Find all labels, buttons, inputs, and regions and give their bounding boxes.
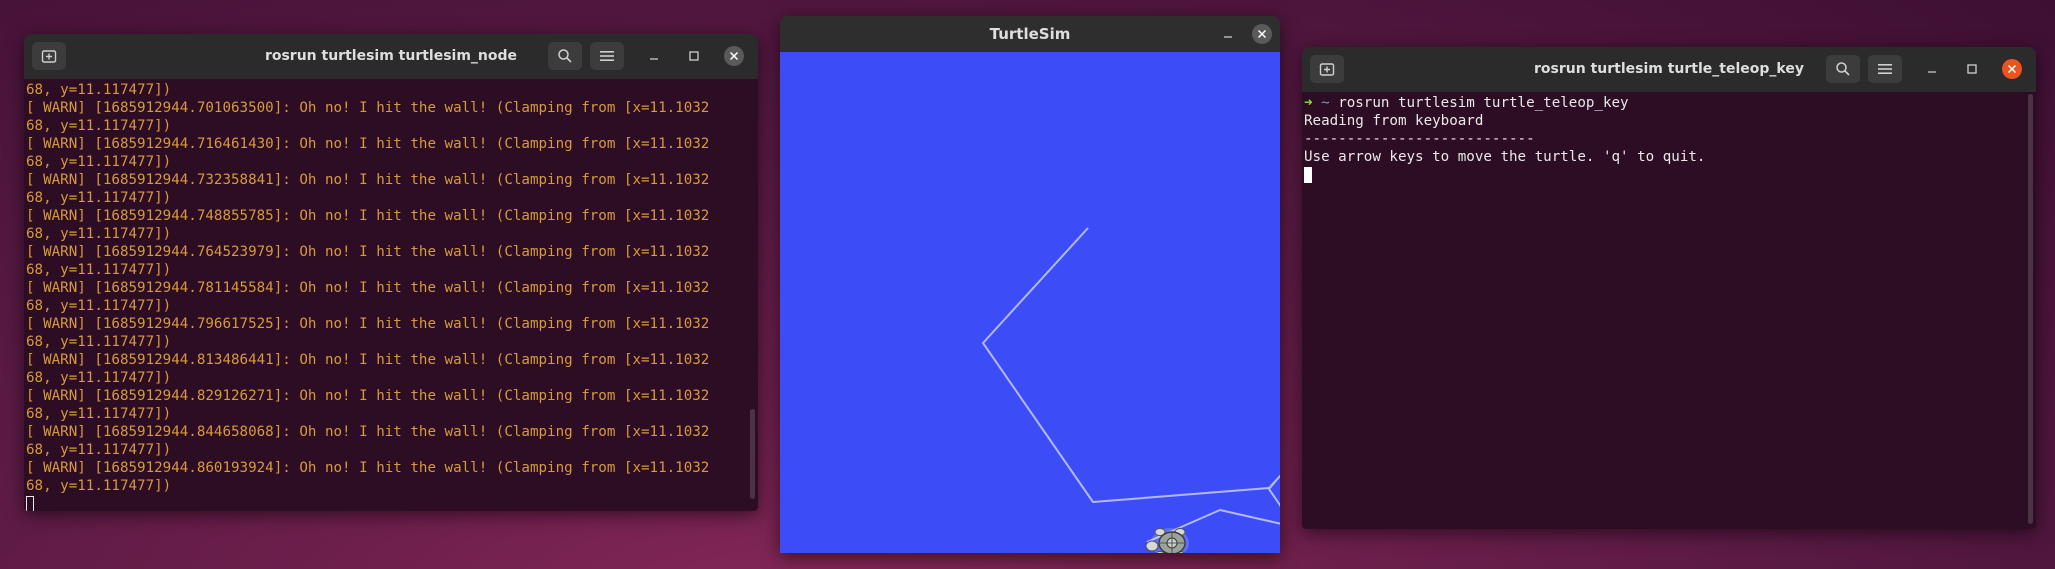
output-line: Use arrow keys to move the turtle. 'q' t… [1304, 149, 1706, 165]
terminal-output[interactable]: ➜ ~ rosrun turtlesim turtle_teleop_key R… [1302, 92, 2036, 529]
minimize-button[interactable] [1922, 59, 1942, 79]
output-line: Reading from keyboard [1304, 113, 1484, 129]
minimize-button[interactable] [644, 46, 664, 66]
hamburger-menu-icon [600, 51, 614, 61]
maximize-icon [689, 51, 699, 61]
output-line: --------------------------- [1304, 131, 1535, 147]
minimize-button[interactable] [1218, 24, 1238, 44]
minimize-icon [650, 58, 658, 60]
close-icon [2007, 64, 2017, 74]
terminal-output[interactable]: 68, y=11.117477]) [ WARN] [1685912944.70… [24, 79, 758, 511]
close-icon [729, 51, 739, 61]
turtle-icon [1145, 528, 1189, 553]
menu-button[interactable] [1868, 55, 1902, 83]
close-button[interactable] [1252, 24, 1272, 44]
new-tab-icon [1319, 63, 1335, 76]
titlebar[interactable]: rosrun turtlesim turtlesim_node [24, 34, 758, 79]
window-title: TurtleSim [989, 25, 1071, 43]
search-icon [1836, 62, 1850, 76]
prompt-arrow: ➜ [1304, 95, 1313, 111]
command-text: rosrun turtlesim turtle_teleop_key [1338, 95, 1629, 111]
log-output: 68, y=11.117477]) [ WARN] [1685912944.70… [24, 79, 758, 511]
turtlesim-window[interactable]: TurtleSim [780, 16, 1280, 553]
scrollbar[interactable] [750, 409, 755, 499]
minimize-icon [1928, 71, 1936, 73]
titlebar[interactable]: TurtleSim [780, 16, 1280, 52]
terminal-cursor [1304, 167, 1312, 183]
teleop-output: ➜ ~ rosrun turtlesim turtle_teleop_key R… [1302, 92, 2036, 184]
terminal-cursor [26, 496, 34, 511]
terminal-window-turtlesim-node[interactable]: rosrun turtlesim turtlesim_node 68, y=11… [24, 34, 758, 511]
search-button[interactable] [548, 42, 582, 70]
terminal-window-teleop-key[interactable]: rosrun turtlesim turtle_teleop_key ➜ ~ r… [1302, 47, 2036, 529]
close-button[interactable] [724, 46, 744, 66]
turtle-path [982, 227, 1280, 543]
scrollbar[interactable] [2028, 94, 2033, 524]
maximize-button[interactable] [1962, 59, 1982, 79]
new-tab-icon [41, 50, 57, 63]
search-icon [558, 49, 572, 63]
close-icon [1257, 29, 1267, 39]
new-tab-button[interactable] [1310, 55, 1344, 83]
new-tab-button[interactable] [32, 42, 66, 70]
minimize-icon [1224, 36, 1232, 38]
hamburger-menu-icon [1878, 64, 1892, 74]
maximize-button[interactable] [684, 46, 704, 66]
prompt-directory: ~ [1321, 95, 1330, 111]
turtlesim-canvas [780, 52, 1280, 553]
close-button[interactable] [2002, 59, 2022, 79]
titlebar[interactable]: rosrun turtlesim turtle_teleop_key [1302, 47, 2036, 92]
menu-button[interactable] [590, 42, 624, 70]
maximize-icon [1967, 64, 1977, 74]
search-button[interactable] [1826, 55, 1860, 83]
